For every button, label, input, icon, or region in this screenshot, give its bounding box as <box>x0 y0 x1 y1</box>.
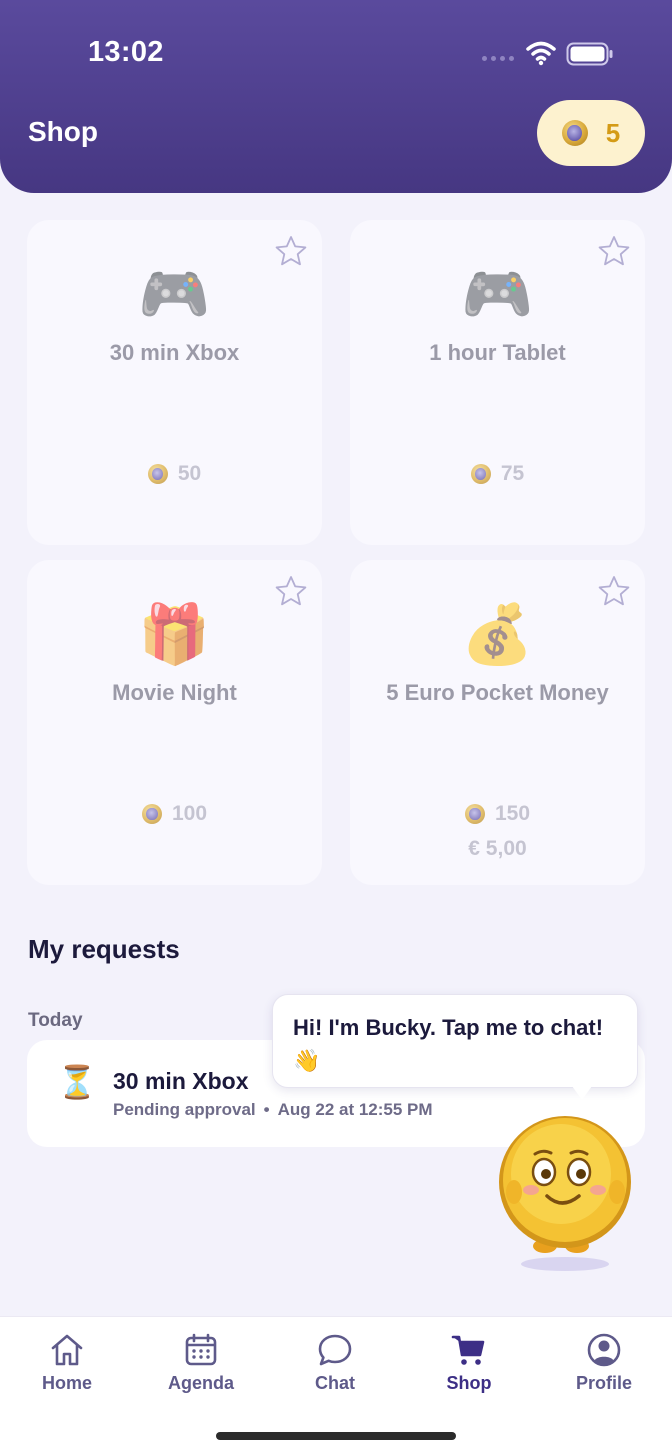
request-date: Aug 22 at 12:55 PM <box>277 1100 433 1119</box>
reward-title: 30 min Xbox <box>109 340 240 365</box>
reward-card[interactable]: 🎮 30 min Xbox 50 <box>27 220 322 545</box>
chat-icon <box>318 1334 352 1366</box>
gift-icon: 🎁 <box>138 602 211 667</box>
reward-price: 50 <box>27 462 322 486</box>
coin-balance-badge[interactable]: 5 <box>537 100 645 166</box>
hourglass-icon: ⏳ <box>57 1064 97 1100</box>
coin-icon <box>470 464 491 484</box>
tab-label: Shop <box>446 1373 492 1393</box>
section-title: My requests <box>28 934 180 964</box>
request-meta: Pending approval • Aug 22 at 12:55 PM <box>113 1100 433 1120</box>
header: 13:02 Shop 5 <box>0 0 672 193</box>
tab-chat[interactable]: Chat <box>280 1331 390 1394</box>
reward-euro-value: € 5,00 <box>468 837 527 860</box>
request-title: 30 min Xbox <box>113 1068 249 1094</box>
coin-icon <box>147 464 168 484</box>
tab-shop[interactable]: Shop <box>414 1331 524 1394</box>
reward-price: 75 <box>350 462 645 486</box>
reward-title: Movie Night <box>112 680 237 705</box>
calendar-icon <box>185 1333 217 1366</box>
home-icon <box>51 1334 83 1366</box>
request-status: Pending approval <box>113 1100 256 1119</box>
tab-label: Agenda <box>167 1373 234 1393</box>
tab-profile[interactable]: Profile <box>549 1331 659 1394</box>
reward-card[interactable]: 💰 5 Euro Pocket Money 150 € 5,00 <box>350 560 645 885</box>
tab-label: Home <box>41 1373 92 1393</box>
mascot-coin-character[interactable] <box>497 1116 633 1276</box>
reward-card[interactable]: 🎮 1 hour Tablet 75 <box>350 220 645 545</box>
page-title: Shop <box>28 116 98 147</box>
status-time: 13:02 <box>88 36 164 68</box>
home-indicator[interactable] <box>216 1432 456 1440</box>
gamepad-icon: 🎮 <box>138 262 211 327</box>
reward-price-value: 75 <box>500 462 525 485</box>
money-bag-icon: 💰 <box>461 602 534 667</box>
coin-icon <box>464 804 485 824</box>
cellular-signal-icon <box>482 56 514 61</box>
coin-icon <box>141 804 162 824</box>
tab-agenda[interactable]: Agenda <box>146 1331 256 1394</box>
date-group-label: Today <box>28 1010 83 1031</box>
mascot-speech-bubble[interactable]: Hi! I'm Bucky. Tap me to chat! 👋 <box>272 994 638 1088</box>
reward-price: 150 <box>350 802 645 826</box>
reward-card[interactable]: 🎁 Movie Night 100 <box>27 560 322 885</box>
coin-icon <box>561 120 588 146</box>
tab-label: Chat <box>315 1373 355 1393</box>
cart-icon <box>451 1335 485 1365</box>
meta-separator: • <box>263 1100 270 1119</box>
coin-balance-value: 5 <box>605 117 621 148</box>
wifi-icon <box>526 41 556 66</box>
bubble-tail <box>572 1086 592 1100</box>
battery-icon <box>566 42 613 66</box>
reward-price-value: 100 <box>171 802 208 825</box>
tab-home[interactable]: Home <box>12 1331 122 1394</box>
reward-title: 5 Euro Pocket Money <box>386 680 609 705</box>
reward-price: 100 <box>27 802 322 826</box>
reward-price-value: 150 <box>494 802 531 825</box>
gamepad-icon: 🎮 <box>461 262 534 327</box>
tab-label: Profile <box>575 1373 632 1393</box>
profile-icon <box>587 1333 621 1367</box>
reward-price-value: 50 <box>177 462 202 485</box>
reward-title: 1 hour Tablet <box>429 340 566 365</box>
